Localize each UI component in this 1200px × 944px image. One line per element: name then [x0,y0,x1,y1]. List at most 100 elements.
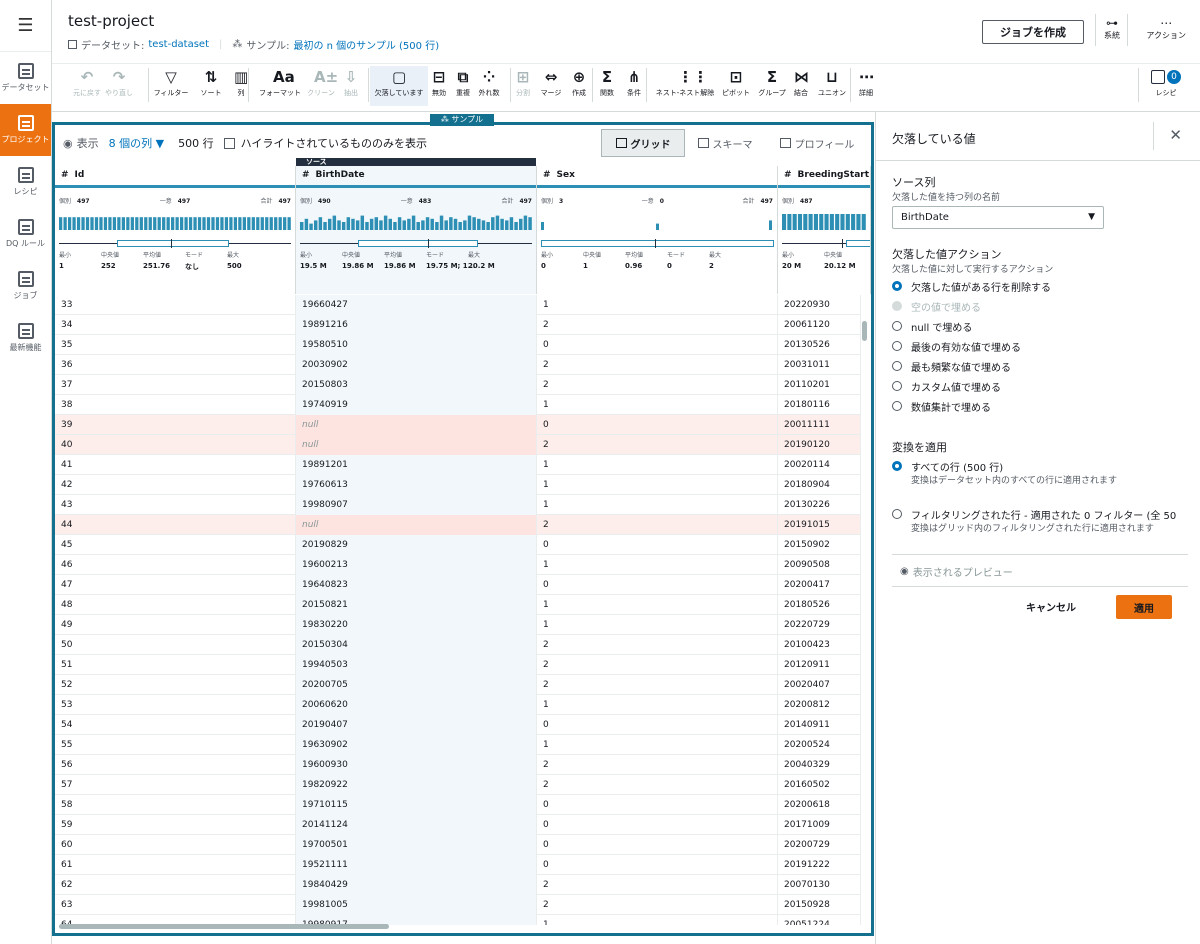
table-cell[interactable]: 20191222 [778,855,861,875]
table-cell[interactable]: 1 [537,455,778,475]
table-cell[interactable]: 20180116 [778,395,861,415]
table-cell[interactable]: 20200705 [296,675,537,695]
table-cell[interactable]: 61 [55,855,296,875]
table-cell[interactable]: 2 [537,635,778,655]
table-cell[interactable]: 20200729 [778,835,861,855]
lineage-button[interactable]: ⊶ 系統 [1104,16,1120,41]
table-cell[interactable]: 19600930 [296,755,537,775]
nav-item-recipe[interactable]: レシピ [0,156,51,208]
columns-dropdown[interactable]: 8 個の列 ▼ [109,135,164,151]
table-cell[interactable]: 1 [537,295,778,315]
table-cell[interactable]: 20140911 [778,715,861,735]
table-cell[interactable]: 20020114 [778,455,861,475]
table-cell[interactable]: 19580510 [296,335,537,355]
table-cell[interactable]: 1 [537,475,778,495]
table-cell[interactable]: 37 [55,375,296,395]
apply-button[interactable]: 適用 [1116,595,1172,619]
duplicate-button[interactable]: ⧉ 重複 [452,70,474,98]
table-cell[interactable]: 1 [537,615,778,635]
column-header-sex[interactable]: # Sex 個別 3 一意 0 合計 497 最小 0 中央値 1 平均値 0.96 モード 0 最大 2 [537,166,778,294]
table-cell[interactable]: 20200417 [778,575,861,595]
vertical-scrollbar[interactable] [862,321,867,341]
table-cell[interactable]: 1 [537,395,778,415]
table-cell[interactable]: 20200524 [778,735,861,755]
nav-item-project[interactable]: プロジェクト [0,104,51,156]
table-cell[interactable]: 40 [55,435,296,455]
table-cell[interactable]: 0 [537,715,778,735]
table-cell[interactable]: 19840429 [296,875,537,895]
table-cell[interactable]: 19980907 [296,495,537,515]
table-cell[interactable]: 62 [55,875,296,895]
table-cell[interactable]: 41 [55,455,296,475]
table-cell[interactable]: 1 [537,695,778,715]
table-cell[interactable]: 2 [537,675,778,695]
create-button[interactable]: ⊕ 作成 [566,70,592,98]
table-cell[interactable]: null [296,415,537,435]
table-cell[interactable]: 20141124 [296,815,537,835]
missing-button[interactable]: ▢ 欠落しています [370,66,428,106]
table-cell[interactable]: 35 [55,335,296,355]
table-cell[interactable]: 20031011 [778,355,861,375]
table-cell[interactable]: 20150304 [296,635,537,655]
nav-item-table[interactable]: データセット [0,52,51,104]
table-cell[interactable]: 2 [537,515,778,535]
join-button[interactable]: ⋈ 結合 [792,70,810,98]
table-cell[interactable]: 47 [55,575,296,595]
table-cell[interactable]: 0 [537,575,778,595]
apply-scope-radio[interactable]: フィルタリングされた行 - 適用された 0 フィルター (全 50 変換はグリッド… [892,507,1176,535]
table-cell[interactable]: 19981005 [296,895,537,915]
table-cell[interactable]: 20130226 [778,495,861,515]
table-cell[interactable]: 20130526 [778,335,861,355]
table-cell[interactable]: 43 [55,495,296,515]
table-cell[interactable]: 56 [55,755,296,775]
table-cell[interactable]: 20150928 [778,895,861,915]
table-cell[interactable]: 19940503 [296,655,537,675]
condition-button[interactable]: ⋔ 条件 [620,70,648,98]
merge-button[interactable]: ⇔ マージ [538,70,564,98]
table-cell[interactable]: 1 [537,495,778,515]
table-cell[interactable]: 58 [55,795,296,815]
table-cell[interactable]: 39 [55,415,296,435]
table-cell[interactable]: null [296,435,537,455]
table-cell[interactable]: 2 [537,895,778,915]
table-cell[interactable]: 59 [55,815,296,835]
table-cell[interactable]: 1 [537,915,778,925]
table-cell[interactable]: 0 [537,415,778,435]
table-cell[interactable]: 54 [55,715,296,735]
table-cell[interactable]: 0 [537,835,778,855]
table-cell[interactable]: 20070130 [778,875,861,895]
table-cell[interactable]: 49 [55,615,296,635]
table-cell[interactable]: 1 [537,735,778,755]
table-cell[interactable]: 19891216 [296,315,537,335]
table-cell[interactable]: 20180904 [778,475,861,495]
table-cell[interactable]: 34 [55,315,296,335]
menu-icon[interactable]: ☰ [0,0,51,52]
table-cell[interactable]: 2 [537,435,778,455]
pivot-button[interactable]: ⊡ ピボット [720,70,752,98]
table-cell[interactable]: 2 [537,655,778,675]
missing-action-radio[interactable]: null で埋める [892,319,972,334]
actions-button[interactable]: ⋯ アクション [1146,16,1186,41]
table-cell[interactable]: 0 [537,795,778,815]
tab-profile[interactable]: プロフィール [771,129,863,157]
table-cell[interactable]: 2 [537,775,778,795]
table-cell[interactable]: 19700501 [296,835,537,855]
table-cell[interactable]: 2 [537,375,778,395]
more-button[interactable]: ⋯ 詳細 [852,70,880,98]
table-cell[interactable]: 20200812 [778,695,861,715]
column-header-id[interactable]: # Id 個別 497 一意 497 合計 497 最小 1 中央値 252 平均値 251.76 モードな… [55,166,296,294]
table-cell[interactable]: 1 [537,555,778,575]
filter-button[interactable]: ▽ フィルター [150,70,192,98]
table-cell[interactable]: 20040329 [778,755,861,775]
table-cell[interactable]: 50 [55,635,296,655]
table-cell[interactable]: 20160502 [778,775,861,795]
table-cell[interactable]: 20220729 [778,615,861,635]
column-header-birthdate[interactable]: # BirthDate 個別 490 一意 483 合計 497 最小 19.5 M 中央値 19.8… [296,166,537,294]
table-cell[interactable]: 19830220 [296,615,537,635]
column-header-breedingstart[interactable]: # BreedingStart 個別 487 最小 20 M 中央値 20.12 M [778,166,871,294]
apply-scope-radio[interactable]: すべての行 (500 行) 変換はデータセット内のすべての行に適用されます [892,459,1171,487]
invalid-button[interactable]: ⊟ 無効 [428,70,450,98]
table-cell[interactable]: 2 [537,755,778,775]
table-cell[interactable]: 2 [537,355,778,375]
union-button[interactable]: ⊔ ユニオン [812,70,852,98]
